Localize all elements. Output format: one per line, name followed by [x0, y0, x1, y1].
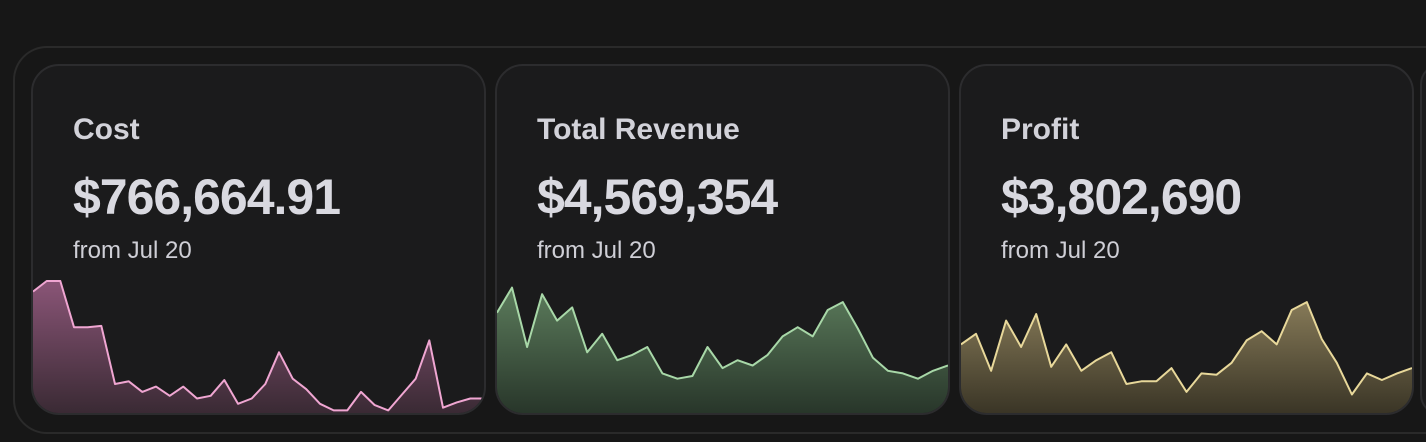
card-label: Profit [1001, 113, 1080, 146]
sparkline-chart [33, 280, 484, 413]
profit-card[interactable]: Profit $3,802,690 from Jul 20 [959, 64, 1414, 415]
sparkline-area [961, 302, 1412, 413]
sparkline-area [497, 287, 948, 413]
sparkline-chart [961, 301, 1412, 413]
sparkline-area [33, 281, 484, 413]
card-value: $4,569,354 [537, 169, 778, 225]
card-subtitle: from Jul 20 [537, 237, 656, 264]
card-label: Cost [73, 113, 140, 146]
card-value: $3,802,690 [1001, 169, 1242, 225]
next-card-edge[interactable] [1420, 64, 1426, 415]
card-value: $766,664.91 [73, 169, 341, 225]
cost-card[interactable]: Cost $766,664.91 from Jul 20 [31, 64, 486, 415]
total-revenue-card[interactable]: Total Revenue $4,569,354 from Jul 20 [495, 64, 950, 415]
card-subtitle: from Jul 20 [73, 237, 192, 264]
card-subtitle: from Jul 20 [1001, 237, 1120, 264]
card-label: Total Revenue [537, 113, 740, 146]
sparkline-chart [497, 286, 948, 413]
